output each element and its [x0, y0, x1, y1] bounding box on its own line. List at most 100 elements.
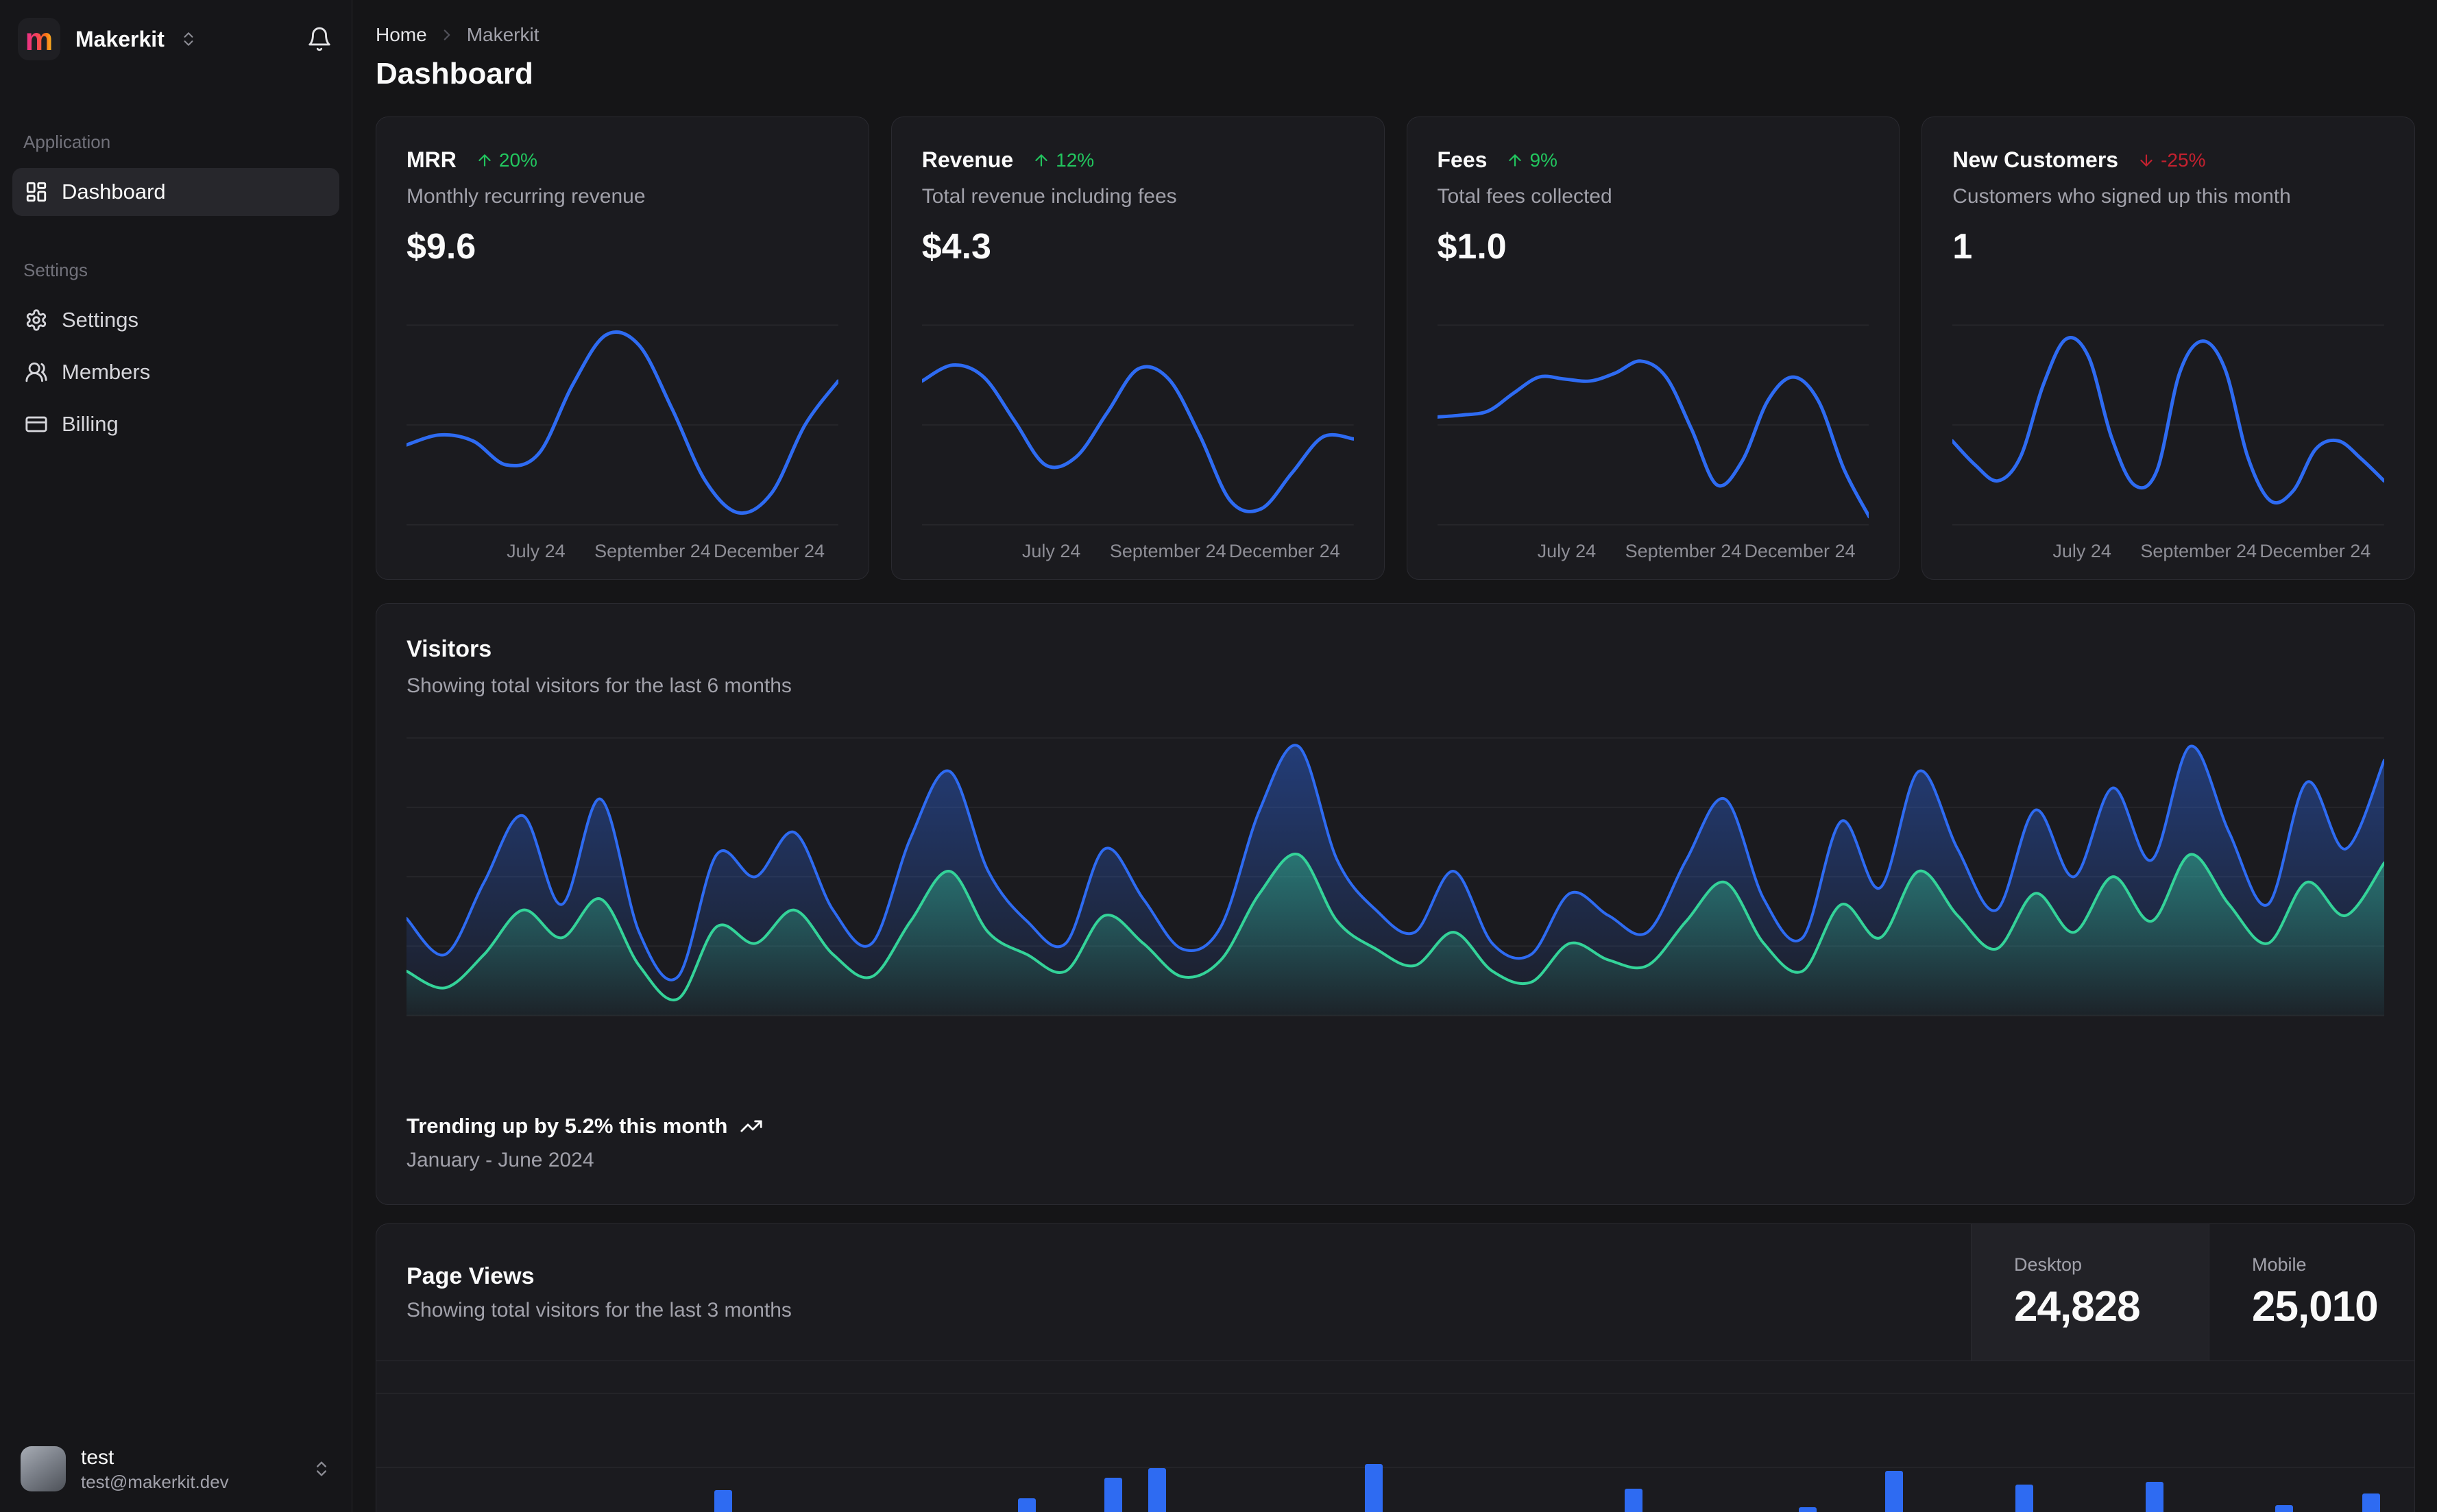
stat-title: Fees [1437, 147, 1488, 172]
sidebar: m Makerkit Application Dashboard Setting… [0, 0, 352, 1512]
trending-up-icon [740, 1114, 763, 1138]
page-views-subtitle: Showing total visitors for the last 3 mo… [407, 1298, 792, 1321]
arrow-down-icon [2137, 151, 2155, 169]
revenue-sparkline-chart [921, 319, 1354, 531]
stat-description: Total revenue including fees [921, 185, 1177, 208]
stat-value: $9.6 [407, 227, 476, 267]
bar [2015, 1485, 2033, 1512]
visitors-date-range: January - June 2024 [407, 1149, 594, 1171]
sidebar-item-dashboard[interactable]: Dashboard [12, 168, 339, 216]
sidebar-item-label: Dashboard [62, 180, 166, 204]
bar [714, 1490, 732, 1512]
stat-card-mrr: MRR 20% Monthly recurring revenue $9.6 J… [376, 117, 869, 580]
visitors-card: Visitors Showing total visitors for the … [376, 603, 2415, 1205]
stat-title: Revenue [921, 147, 1014, 172]
toggle-mobile[interactable]: Mobile 25,010 [2209, 1224, 2414, 1361]
visitors-subtitle: Showing total visitors for the last 6 mo… [407, 674, 792, 697]
stat-cards-row: MRR 20% Monthly recurring revenue $9.6 J… [376, 117, 2415, 580]
mrr-sparkline-chart [407, 319, 838, 531]
chevrons-up-down-icon [312, 1459, 331, 1478]
stat-value: 1 [1952, 227, 1973, 267]
x-tick: July 24 [1021, 541, 1081, 561]
sparkline-x-axis: July 24 September 24 December 24 [922, 531, 1354, 568]
sidebar-nav: Application Dashboard Settings Settings … [0, 74, 352, 452]
x-tick: September 24 [594, 541, 711, 561]
customers-sparkline-chart [1952, 319, 2384, 531]
breadcrumb-home-link[interactable]: Home [376, 22, 427, 48]
layout-dashboard-icon [25, 180, 48, 204]
bar [1017, 1498, 1036, 1512]
stat-title: MRR [407, 147, 457, 172]
sidebar-item-members[interactable]: Members [12, 348, 339, 396]
page-views-card: Page Views Showing total visitors for th… [376, 1223, 2415, 1512]
stat-description: Monthly recurring revenue [407, 185, 646, 208]
arrow-up-icon [476, 151, 494, 169]
bar [1104, 1478, 1123, 1512]
brand-name: Makerkit [75, 26, 165, 51]
stat-description: Customers who signed up this month [1952, 185, 2291, 208]
sidebar-item-label: Settings [62, 308, 139, 332]
stat-description: Total fees collected [1437, 185, 1612, 208]
stat-card-revenue: Revenue 12% Total revenue including fees… [890, 117, 1385, 580]
stat-card-new-customers: New Customers -25% Customers who signed … [1921, 117, 2415, 580]
bar [2362, 1493, 2380, 1512]
nav-section-application: Application [23, 132, 111, 152]
stat-title: New Customers [1952, 147, 2119, 172]
toggle-label: Desktop [2014, 1254, 2083, 1275]
users-icon [25, 361, 48, 384]
bar [1885, 1471, 1904, 1512]
page-views-title: Page Views [407, 1263, 535, 1289]
bar [2275, 1505, 2294, 1512]
toggle-label: Mobile [2252, 1254, 2307, 1275]
breadcrumb: Home Makerkit [376, 22, 2415, 48]
bar [1798, 1507, 1817, 1512]
x-tick: December 24 [713, 541, 825, 561]
bar [1364, 1464, 1383, 1512]
bar [1148, 1468, 1166, 1512]
arrow-up-icon [1032, 151, 1050, 169]
chevron-right-icon [438, 26, 456, 44]
user-menu[interactable]: test test@makerkit.dev [0, 1426, 352, 1512]
gear-icon [25, 308, 48, 332]
toggle-desktop[interactable]: Desktop 24,828 [1971, 1224, 2209, 1361]
sidebar-item-billing[interactable]: Billing [12, 400, 339, 448]
breadcrumb-current: Makerkit [466, 24, 539, 45]
sidebar-item-label: Billing [62, 412, 119, 436]
arrow-up-icon [1506, 151, 1524, 169]
sidebar-item-settings[interactable]: Settings [12, 296, 339, 344]
trend-badge: -25% [2137, 149, 2205, 171]
stat-card-fees: Fees 9% Total fees collected $1.0 July 2… [1406, 117, 1900, 580]
team-switcher[interactable]: m Makerkit [0, 0, 352, 74]
user-name: test [81, 1446, 114, 1469]
trend-badge: 20% [476, 149, 537, 171]
chevrons-up-down-icon [180, 30, 197, 48]
toggle-value: 25,010 [2252, 1282, 2379, 1330]
visitors-title: Visitors [407, 636, 492, 662]
sparkline-x-axis: July 24 September 24 December 24 [407, 531, 838, 568]
credit-card-icon [25, 413, 48, 436]
sparkline-x-axis: July 24 September 24 December 24 [1952, 531, 2384, 568]
x-tick: July 24 [507, 541, 566, 561]
main-content: Home Makerkit Dashboard MRR 20% Monthly … [352, 0, 2437, 1512]
notifications-bell-icon[interactable] [306, 26, 332, 52]
trend-badge: 12% [1032, 149, 1094, 171]
bars-container [411, 1361, 2380, 1512]
makerkit-logo: m [18, 18, 60, 60]
x-tick: December 24 [1744, 541, 1856, 561]
page-title: Dashboard [376, 57, 533, 90]
bar [1625, 1489, 1643, 1512]
stat-value: $4.3 [921, 227, 991, 267]
dashboard-page: m Makerkit Application Dashboard Setting… [0, 0, 2437, 1512]
visitors-area-chart[interactable] [407, 727, 2384, 1036]
x-tick: December 24 [1228, 541, 1340, 561]
page-views-header: Page Views Showing total visitors for th… [376, 1224, 2414, 1361]
x-tick: July 24 [2052, 541, 2111, 561]
x-tick: September 24 [2140, 541, 2257, 561]
visitors-trend: Trending up by 5.2% this month [407, 1111, 2384, 1141]
page-views-bar-chart[interactable] [376, 1361, 2414, 1512]
x-tick: December 24 [2259, 541, 2371, 561]
x-tick: July 24 [1537, 541, 1597, 561]
sparkline-x-axis: July 24 September 24 December 24 [1438, 531, 1869, 568]
fees-sparkline-chart [1437, 319, 1869, 531]
stat-value: $1.0 [1437, 227, 1507, 267]
